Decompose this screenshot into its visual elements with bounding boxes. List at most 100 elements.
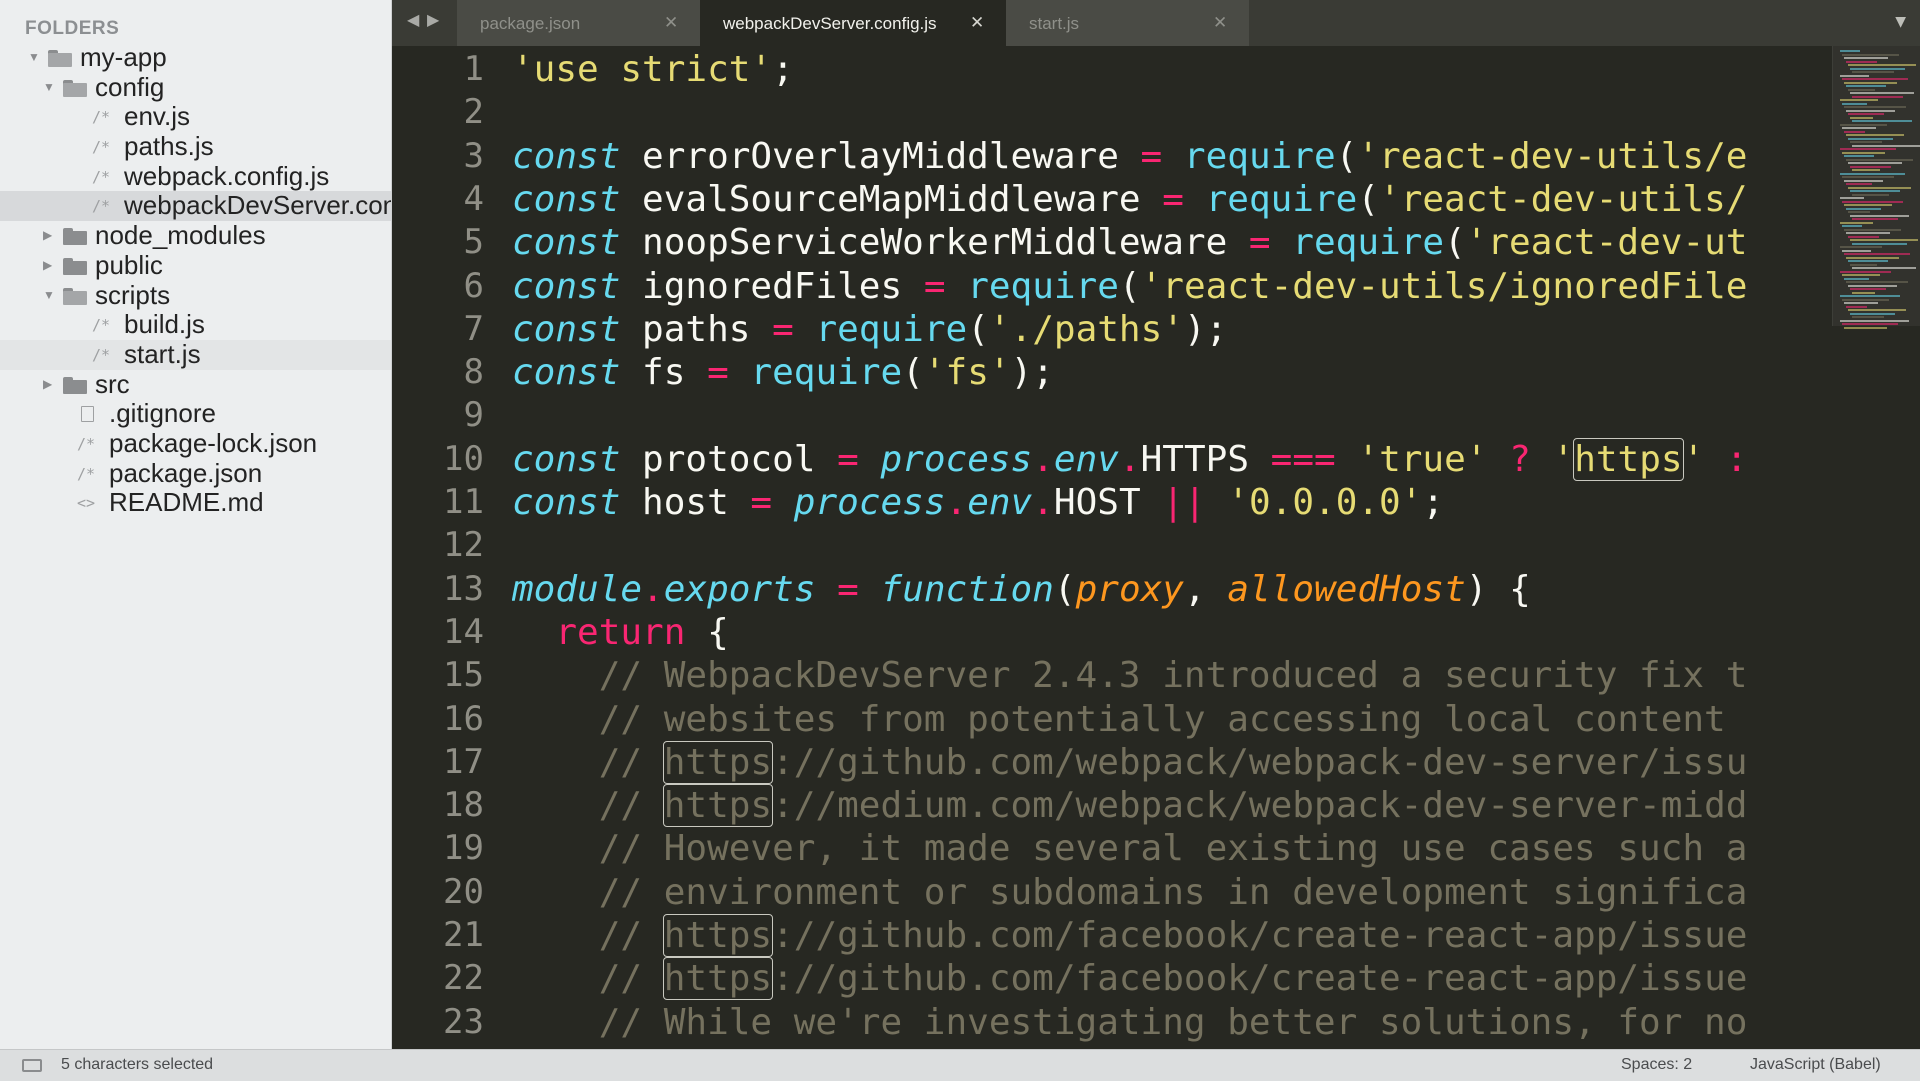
- code-editor[interactable]: 1 2 3 4 5 6 7 8 9 10 11 12 13 14 15 16 17 18 19 20 21 22 23 'u…: [392, 46, 1920, 1049]
- syntax-status[interactable]: JavaScript (Babel): [1750, 1056, 1881, 1074]
- code-line[interactable]: module.exports = function(proxy, allowed…: [512, 568, 1531, 611]
- code-line[interactable]: const protocol = process.env.HTTPS === '…: [512, 437, 1748, 481]
- nav-back-icon[interactable]: ◀: [407, 10, 419, 29]
- line-number-gutter: 1 2 3 4 5 6 7 8 9 10 11 12 13 14 15 16 17 18 19 20 21 22 23: [392, 46, 484, 1049]
- minimap-line: [1840, 319, 1909, 322]
- code-token: const: [512, 482, 621, 523]
- tree-folder[interactable]: ▼ config: [0, 72, 391, 103]
- code-area[interactable]: 'use strict'; const errorOverlayMiddlewar…: [512, 46, 1832, 1049]
- code-line[interactable]: // While we're investigating better solu…: [512, 1001, 1748, 1044]
- minimap-line: [1846, 183, 1872, 185]
- minimap[interactable]: [1836, 46, 1920, 336]
- tab-close-icon[interactable]: ✕: [970, 13, 984, 33]
- code-line[interactable]: const evalSourceMapMiddleware = require(…: [512, 178, 1747, 221]
- collapsed-arrow-icon[interactable]: ▶: [43, 370, 57, 399]
- tree-folder[interactable]: ▶ node_modules: [0, 221, 391, 251]
- minimap-line: [1840, 99, 1878, 101]
- minimap-line: [1852, 120, 1912, 122]
- code-token: 'react-dev-ut: [1465, 222, 1748, 264]
- tab-webpackdevserver-config-js[interactable]: webpackDevServer.config.js ✕: [700, 0, 1006, 46]
- tree-folder[interactable]: ▼ my-app: [0, 43, 391, 73]
- minimap-line: [1842, 298, 1889, 301]
- minimap-line: [1844, 277, 1869, 280]
- code-line[interactable]: // However, it made several existing use…: [512, 827, 1748, 870]
- tree-file[interactable]: /* build.js: [0, 310, 391, 340]
- tree-file[interactable]: /* webpackDevServer.config.js: [0, 191, 391, 222]
- code-token: =: [750, 482, 773, 523]
- code-token: ,: [1183, 568, 1228, 610]
- nav-forward-icon[interactable]: ▶: [427, 10, 439, 29]
- tree-file[interactable]: .gitignore: [0, 399, 391, 429]
- code-token: noopServiceWorkerMiddleware: [620, 222, 1249, 264]
- minimap-line: [1840, 74, 1869, 77]
- code-token: errorOverlayMiddleware: [620, 135, 1141, 177]
- code-line[interactable]: const paths = require('./paths');: [512, 308, 1227, 351]
- tree-item-label: webpack.config.js: [124, 160, 330, 191]
- tab-close-icon[interactable]: ✕: [1213, 13, 1227, 33]
- code-line[interactable]: return {: [512, 611, 728, 654]
- code-token: // websites from potentially accessing l…: [512, 698, 1726, 740]
- code-token: );: [1010, 352, 1054, 394]
- line-number: 22: [443, 958, 484, 999]
- markup-file-icon: <>: [77, 494, 96, 513]
- code-token: ': [1552, 438, 1575, 480]
- collapsed-arrow-icon[interactable]: ▶: [43, 221, 57, 250]
- code-token: ://github.com/webpack/webpack-dev-server…: [772, 741, 1748, 783]
- code-line[interactable]: const noopServiceWorkerMiddleware = requ…: [512, 221, 1747, 264]
- tree-file[interactable]: /* paths.js: [0, 132, 391, 162]
- line-number: 10: [443, 438, 484, 479]
- minimap-line: [1840, 50, 1860, 52]
- tree-folder[interactable]: ▶ src: [0, 369, 391, 400]
- code-line[interactable]: const fs = require('fs');: [512, 351, 1054, 394]
- code-line[interactable]: // https://github.com/webpack/webpack-de…: [512, 740, 1748, 784]
- code-line[interactable]: // https://github.com/facebook/create-re…: [512, 957, 1748, 1001]
- code-line[interactable]: const host = process.env.HOST || '0.0.0.…: [512, 481, 1444, 524]
- panel-toggle-icon[interactable]: [22, 1059, 42, 1072]
- minimap-line: [1848, 64, 1916, 66]
- tab-close-icon[interactable]: ✕: [664, 13, 678, 33]
- code-token: host: [620, 482, 751, 523]
- code-token: // However, it made several existing use…: [512, 828, 1748, 870]
- tree-file[interactable]: /* env.js: [0, 102, 391, 132]
- code-line[interactable]: // environment or subdomains in developm…: [512, 871, 1748, 914]
- code-token: const: [512, 178, 621, 220]
- tree-folder[interactable]: ▶ public: [0, 250, 391, 281]
- line-number: 4: [463, 178, 484, 219]
- tree-file[interactable]: /* start.js: [0, 339, 391, 370]
- minimap-line: [1846, 207, 1881, 210]
- tree-item-label: build.js: [124, 309, 205, 340]
- code-line[interactable]: // https://github.com/facebook/create-re…: [512, 914, 1747, 957]
- tabs-menu-icon[interactable]: ▼: [1895, 14, 1906, 30]
- search-match: https: [662, 914, 774, 957]
- code-line[interactable]: // websites from potentially accessing l…: [512, 698, 1726, 741]
- tab-package-json[interactable]: package.json ✕: [457, 0, 700, 46]
- code-line[interactable]: const ignoredFiles = require('react-dev-…: [512, 265, 1747, 308]
- tab-start-js[interactable]: start.js ✕: [1006, 0, 1249, 46]
- indentation-status[interactable]: Spaces: 2: [1621, 1056, 1692, 1074]
- tree-item-label: scripts: [95, 279, 171, 310]
- code-token: paths: [620, 308, 773, 350]
- tree-folder[interactable]: ▼ scripts: [0, 279, 391, 311]
- code-line[interactable]: // https://medium.com/webpack/webpack-de…: [512, 784, 1747, 828]
- code-token: .: [1032, 438, 1054, 480]
- code-token: './paths': [988, 308, 1184, 350]
- tree-file[interactable]: <> README.md: [0, 488, 391, 518]
- minimap-line: [1842, 225, 1862, 227]
- minimap-line: [1850, 312, 1895, 315]
- tree-file[interactable]: /* package.json: [0, 458, 391, 489]
- sidebar: FOLDERS ▼ my-app ▼ config /* env.js /* paths.js…: [0, 0, 392, 1049]
- expanded-arrow-icon[interactable]: ▼: [43, 73, 57, 102]
- code-line[interactable]: // WebpackDevServer 2.4.3 introduced a s…: [512, 654, 1748, 697]
- code-line[interactable]: const errorOverlayMiddleware = require('…: [512, 135, 1747, 178]
- tree-file[interactable]: /* webpack.config.js: [0, 160, 391, 192]
- expanded-arrow-icon[interactable]: ▼: [43, 281, 57, 310]
- expanded-arrow-icon[interactable]: ▼: [28, 43, 42, 72]
- tree-file[interactable]: /* package-lock.json: [0, 428, 391, 459]
- collapsed-arrow-icon[interactable]: ▶: [43, 251, 57, 280]
- minimap-line: [1842, 127, 1876, 129]
- code-line[interactable]: 'use strict';: [512, 48, 794, 91]
- code-token: ://github.com/facebook/create-react-app/…: [772, 958, 1748, 1000]
- code-token: (: [1053, 568, 1076, 610]
